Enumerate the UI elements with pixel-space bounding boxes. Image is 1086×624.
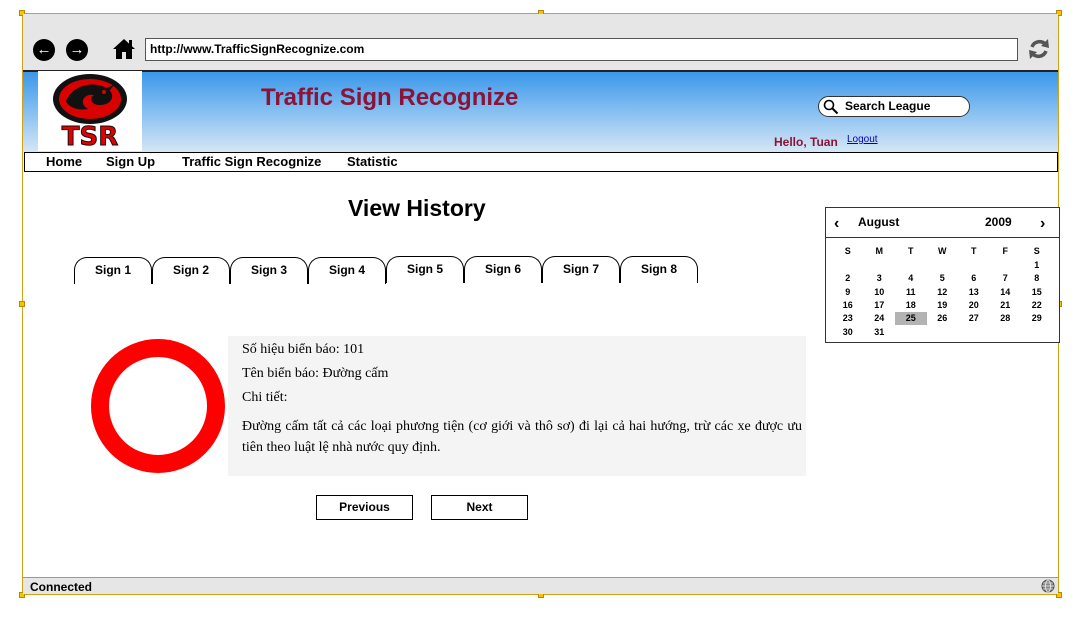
search-icon bbox=[823, 99, 839, 121]
menu-item-home[interactable]: Home bbox=[46, 154, 82, 169]
calendar-day[interactable]: 1 bbox=[1021, 259, 1053, 272]
calendar-prev-icon[interactable]: ‹ bbox=[834, 215, 839, 233]
menu-item-statistic[interactable]: Statistic bbox=[347, 154, 398, 169]
calendar-week: 30 31 bbox=[832, 326, 1053, 339]
calendar-week: 1 bbox=[832, 259, 1053, 272]
logout-link[interactable]: Logout bbox=[847, 134, 878, 145]
tab-sign-2[interactable]: Sign 2 bbox=[152, 257, 230, 284]
status-bar bbox=[23, 577, 1058, 594]
calendar-day[interactable]: 28 bbox=[990, 312, 1022, 325]
calendar-day[interactable]: 18 bbox=[895, 299, 927, 312]
calendar-month: August bbox=[858, 215, 900, 229]
weekday-label: T bbox=[971, 246, 977, 256]
weekday-label: F bbox=[1002, 246, 1009, 256]
calendar-day[interactable]: 14 bbox=[990, 286, 1022, 299]
calendar-empty-cell bbox=[832, 259, 864, 272]
resize-handle[interactable] bbox=[19, 301, 25, 307]
back-icon[interactable]: ← bbox=[33, 39, 55, 61]
calendar-day[interactable]: 19 bbox=[927, 299, 959, 312]
calendar-week: 16 17 18 19 20 21 22 bbox=[832, 299, 1053, 312]
page-title: View History bbox=[348, 195, 486, 221]
calendar-empty-cell bbox=[958, 326, 990, 339]
calendar-day-selected[interactable]: 25 bbox=[895, 312, 927, 325]
menu-item-traffic-sign-recognize[interactable]: Traffic Sign Recognize bbox=[182, 154, 321, 169]
calendar-empty-cell bbox=[895, 326, 927, 339]
sign-description: Đường cấm tất cả các loại phương tiện (c… bbox=[242, 419, 802, 455]
calendar-day[interactable]: 22 bbox=[1021, 299, 1053, 312]
weekday-label: M bbox=[875, 246, 884, 256]
calendar-empty-cell bbox=[990, 326, 1022, 339]
calendar-day[interactable]: 12 bbox=[927, 286, 959, 299]
calendar-day[interactable]: 6 bbox=[958, 272, 990, 285]
tab-sign-5[interactable]: Sign 5 bbox=[386, 256, 464, 283]
calendar-day[interactable]: 26 bbox=[927, 312, 959, 325]
calendar-day[interactable]: 7 bbox=[990, 272, 1022, 285]
calendar-day[interactable]: 24 bbox=[864, 312, 896, 325]
tab-sign-8[interactable]: Sign 8 bbox=[620, 256, 698, 283]
search-input[interactable]: Search League bbox=[818, 96, 970, 117]
calendar-day[interactable]: 3 bbox=[864, 272, 896, 285]
tab-sign-3[interactable]: Sign 3 bbox=[230, 257, 308, 284]
calendar-day[interactable]: 21 bbox=[990, 299, 1022, 312]
user-greeting: Hello, Tuan bbox=[774, 135, 838, 149]
address-bar[interactable]: http://www.TrafficSignRecognize.com bbox=[145, 38, 1018, 61]
calendar-empty-cell bbox=[990, 259, 1022, 272]
calendar-day[interactable]: 10 bbox=[864, 286, 896, 299]
search-placeholder: Search League bbox=[845, 99, 931, 113]
weekday-label: S bbox=[1033, 246, 1040, 256]
site-logo[interactable]: TSR bbox=[38, 71, 142, 153]
calendar-year: 2009 bbox=[985, 215, 1012, 229]
site-title: Traffic Sign Recognize bbox=[261, 84, 519, 111]
weekday-label: T bbox=[908, 246, 914, 256]
calendar-day[interactable]: 11 bbox=[895, 286, 927, 299]
calendar-day[interactable]: 8 bbox=[1021, 272, 1053, 285]
calendar-day[interactable]: 30 bbox=[832, 326, 864, 339]
main-menu bbox=[24, 152, 1058, 172]
detail-label: Chi tiết: bbox=[242, 390, 288, 405]
weekday-label: S bbox=[844, 246, 851, 256]
traffic-sign-image bbox=[82, 336, 228, 476]
globe-icon bbox=[1041, 579, 1055, 593]
sign-name: Tên biển báo: Đường cấm bbox=[242, 366, 389, 381]
calendar-day[interactable]: 9 bbox=[832, 286, 864, 299]
calendar-day[interactable]: 13 bbox=[958, 286, 990, 299]
tab-sign-1[interactable]: Sign 1 bbox=[74, 257, 152, 284]
svg-text:TSR: TSR bbox=[62, 122, 118, 151]
calendar-empty-cell bbox=[927, 326, 959, 339]
calendar-empty-cell bbox=[927, 259, 959, 272]
calendar-empty-cell bbox=[1021, 326, 1053, 339]
calendar-day[interactable]: 29 bbox=[1021, 312, 1053, 325]
calendar-empty-cell bbox=[895, 259, 927, 272]
tab-sign-7[interactable]: Sign 7 bbox=[542, 256, 620, 283]
forward-icon[interactable]: → bbox=[66, 39, 88, 61]
status-text: Connected bbox=[30, 580, 93, 594]
previous-button[interactable]: Previous bbox=[316, 495, 413, 520]
tab-sign-4[interactable]: Sign 4 bbox=[308, 257, 386, 284]
calendar-day[interactable]: 23 bbox=[832, 312, 864, 325]
calendar-day[interactable]: 16 bbox=[832, 299, 864, 312]
calendar-day[interactable]: 31 bbox=[864, 326, 896, 339]
calendar-day[interactable]: 17 bbox=[864, 299, 896, 312]
calendar-day[interactable]: 5 bbox=[927, 272, 959, 285]
sign-code: Số hiệu biển báo: 101 bbox=[242, 342, 365, 357]
calendar-day[interactable]: 20 bbox=[958, 299, 990, 312]
home-icon[interactable] bbox=[112, 37, 136, 61]
calendar-week: 9 10 11 12 13 14 15 bbox=[832, 286, 1053, 299]
next-button[interactable]: Next bbox=[431, 495, 528, 520]
calendar-week: 2345678 bbox=[832, 272, 1053, 285]
calendar-day[interactable]: 2 bbox=[832, 272, 864, 285]
calendar-day[interactable]: 15 bbox=[1021, 286, 1053, 299]
calendar-weekdays: S M T W T F S bbox=[832, 245, 1053, 258]
calendar-week: 23 24 25 26 27 28 29 bbox=[832, 312, 1053, 325]
calendar-empty-cell bbox=[864, 259, 896, 272]
calendar-day[interactable]: 27 bbox=[958, 312, 990, 325]
weekday-label: W bbox=[938, 246, 947, 256]
refresh-icon[interactable] bbox=[1027, 37, 1051, 61]
calendar-next-icon[interactable]: › bbox=[1040, 215, 1045, 233]
tab-sign-6[interactable]: Sign 6 bbox=[464, 256, 542, 283]
menu-item-sign-up[interactable]: Sign Up bbox=[106, 154, 155, 169]
calendar-day[interactable]: 4 bbox=[895, 272, 927, 285]
calendar-empty-cell bbox=[958, 259, 990, 272]
